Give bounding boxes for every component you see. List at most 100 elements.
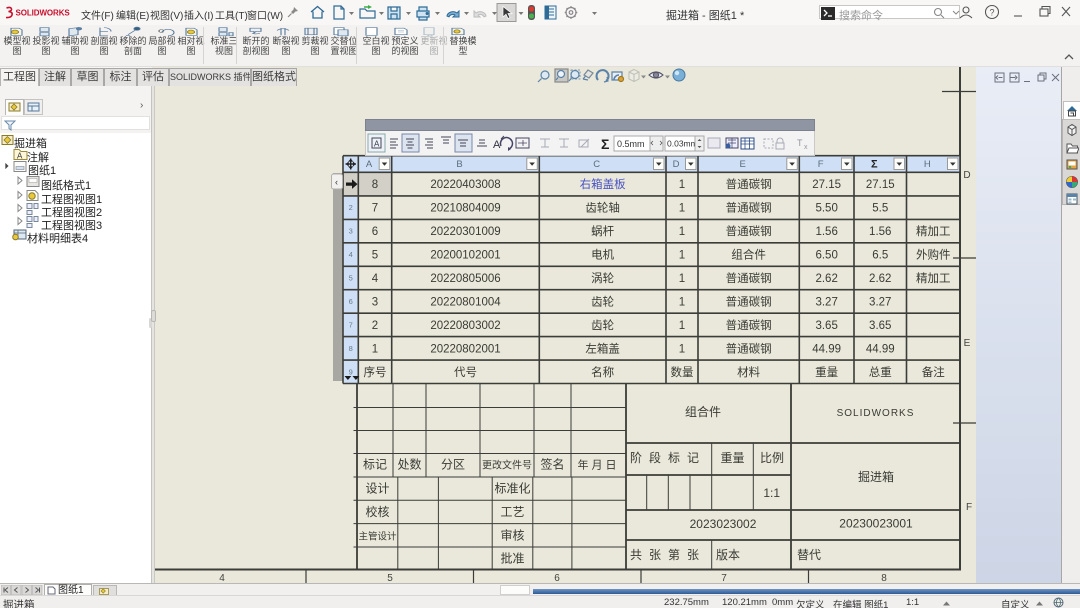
svg-text:4: 4 bbox=[372, 273, 379, 285]
svg-text:20200102001: 20200102001 bbox=[430, 250, 500, 262]
svg-text:重量: 重量 bbox=[815, 365, 838, 379]
svg-text:20230023001: 20230023001 bbox=[839, 517, 913, 531]
svg-text:A: A bbox=[366, 159, 373, 170]
svg-text:6.50: 6.50 bbox=[815, 250, 837, 262]
svg-text:普通碳钢: 普通碳钢 bbox=[726, 224, 772, 238]
svg-text:6.5: 6.5 bbox=[872, 250, 888, 262]
svg-text:处数: 处数 bbox=[397, 457, 421, 472]
svg-text:年月日: 年月日 bbox=[578, 458, 620, 472]
svg-text:A: A bbox=[374, 140, 380, 149]
svg-text:5.50: 5.50 bbox=[815, 203, 837, 215]
svg-text:0.5mm: 0.5mm bbox=[617, 139, 645, 149]
svg-text:设计: 设计 bbox=[365, 482, 389, 496]
svg-text:0.03mm: 0.03mm bbox=[667, 139, 698, 149]
svg-text:普通碳钢: 普通碳钢 bbox=[726, 177, 772, 191]
svg-text:C: C bbox=[158, 28, 164, 34]
svg-text:3.27: 3.27 bbox=[815, 296, 837, 308]
svg-text:普通碳钢: 普通碳钢 bbox=[726, 318, 772, 332]
svg-text:9: 9 bbox=[349, 367, 353, 376]
svg-text:44.99: 44.99 bbox=[866, 343, 895, 355]
svg-text:备注: 备注 bbox=[922, 365, 945, 379]
svg-text:序号: 序号 bbox=[364, 365, 387, 379]
svg-text:5: 5 bbox=[387, 573, 393, 583]
svg-text:2.62: 2.62 bbox=[869, 273, 891, 285]
svg-text:4: 4 bbox=[219, 573, 225, 583]
svg-text:A: A bbox=[493, 139, 501, 151]
svg-text:3.27: 3.27 bbox=[869, 296, 891, 308]
svg-text:左箱盖: 左箱盖 bbox=[585, 341, 620, 355]
svg-text:20220805006: 20220805006 bbox=[430, 273, 500, 285]
svg-text:20220801004: 20220801004 bbox=[430, 296, 501, 308]
svg-text:材料: 材料 bbox=[737, 365, 760, 379]
svg-text:2023023002: 2023023002 bbox=[690, 517, 757, 531]
svg-text:标记: 标记 bbox=[363, 458, 387, 472]
svg-text:1: 1 bbox=[679, 250, 685, 262]
svg-text:掘进箱: 掘进箱 bbox=[858, 469, 894, 484]
svg-text:齿轮: 齿轮 bbox=[591, 318, 614, 332]
svg-text:普通碳钢: 普通碳钢 bbox=[726, 271, 772, 285]
svg-text:分区: 分区 bbox=[441, 458, 465, 472]
svg-text:标准化: 标准化 bbox=[494, 482, 530, 496]
svg-text:E: E bbox=[964, 338, 971, 349]
svg-text:Σ: Σ bbox=[871, 159, 878, 171]
svg-text:F: F bbox=[818, 159, 824, 170]
svg-text:20220403008: 20220403008 bbox=[430, 179, 500, 191]
svg-text:7: 7 bbox=[721, 573, 727, 583]
svg-text:B: B bbox=[456, 159, 462, 170]
svg-text:44.99: 44.99 bbox=[812, 343, 841, 355]
svg-text:精加工: 精加工 bbox=[916, 272, 951, 285]
svg-text:‹: ‹ bbox=[335, 177, 338, 187]
svg-text:SOLIDWORKS: SOLIDWORKS bbox=[837, 408, 915, 419]
svg-text:D: D bbox=[673, 159, 680, 170]
svg-text:校核: 校核 bbox=[365, 504, 389, 519]
svg-text:右箱盖板: 右箱盖板 bbox=[580, 177, 626, 191]
svg-text:Σ: Σ bbox=[601, 136, 609, 152]
svg-text:蜗杆: 蜗杆 bbox=[591, 224, 614, 238]
svg-text:1: 1 bbox=[679, 226, 685, 238]
svg-text:审核: 审核 bbox=[500, 528, 524, 543]
svg-text:1.56: 1.56 bbox=[815, 226, 837, 238]
svg-text:2: 2 bbox=[372, 320, 378, 332]
svg-text:阶段标记: 阶段标记 bbox=[630, 450, 706, 465]
svg-text:F: F bbox=[966, 502, 972, 513]
svg-text:更改文件号: 更改文件号 bbox=[482, 459, 532, 472]
svg-text:?: ? bbox=[990, 8, 995, 18]
svg-text:1: 1 bbox=[679, 296, 685, 308]
svg-text:主管设计: 主管设计 bbox=[358, 531, 397, 543]
svg-text:涡轮: 涡轮 bbox=[591, 271, 614, 285]
svg-text:6: 6 bbox=[372, 226, 378, 238]
svg-text:7: 7 bbox=[349, 320, 353, 329]
svg-text:5.5: 5.5 bbox=[872, 203, 888, 215]
svg-text:电机: 电机 bbox=[591, 248, 614, 262]
svg-text:1: 1 bbox=[679, 320, 685, 332]
svg-text:5: 5 bbox=[372, 250, 378, 262]
svg-text:3: 3 bbox=[372, 296, 378, 308]
svg-text:1:1: 1:1 bbox=[763, 486, 780, 500]
svg-text:1.56: 1.56 bbox=[869, 226, 891, 238]
svg-text:组合件: 组合件 bbox=[731, 248, 766, 262]
svg-text:C: C bbox=[593, 159, 600, 170]
svg-text:H: H bbox=[924, 159, 931, 170]
svg-text:A: A bbox=[17, 152, 23, 161]
svg-text:齿轮轴: 齿轮轴 bbox=[585, 201, 620, 215]
svg-text:27.15: 27.15 bbox=[812, 179, 841, 191]
svg-text:E: E bbox=[739, 159, 745, 170]
svg-text:1: 1 bbox=[679, 179, 685, 191]
svg-text:重量: 重量 bbox=[720, 451, 744, 465]
svg-text:T: T bbox=[797, 138, 803, 148]
svg-text:6: 6 bbox=[349, 297, 353, 306]
svg-text:签名: 签名 bbox=[540, 457, 564, 472]
svg-text:2.62: 2.62 bbox=[815, 273, 837, 285]
svg-text:4: 4 bbox=[349, 250, 353, 259]
svg-text:1: 1 bbox=[679, 273, 685, 285]
svg-text:D: D bbox=[963, 170, 970, 181]
svg-text:20210804009: 20210804009 bbox=[430, 203, 500, 215]
svg-text:组合件: 组合件 bbox=[685, 404, 721, 419]
svg-text:批准: 批准 bbox=[500, 551, 524, 566]
svg-text:精加工: 精加工 bbox=[916, 225, 951, 238]
svg-text:2: 2 bbox=[349, 203, 353, 212]
svg-text:工艺: 工艺 bbox=[500, 505, 524, 519]
svg-text:3.65: 3.65 bbox=[815, 320, 837, 332]
svg-text:比例: 比例 bbox=[760, 451, 784, 465]
svg-text:1: 1 bbox=[372, 343, 378, 355]
